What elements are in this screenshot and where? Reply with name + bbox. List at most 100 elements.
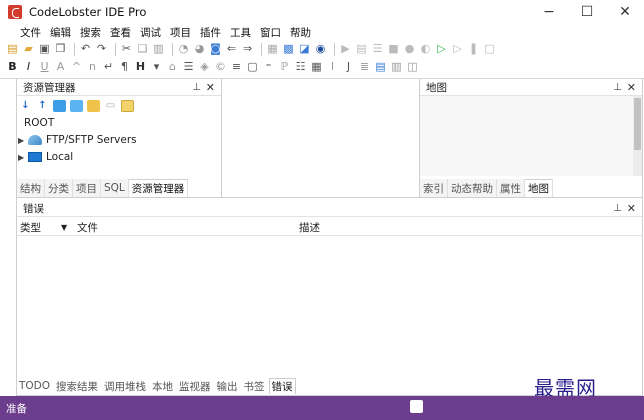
breakpoint-icon[interactable]: ■ xyxy=(387,43,400,55)
expand-arrow-icon[interactable]: ▶ xyxy=(18,153,28,162)
box-icon[interactable]: ▢ xyxy=(246,61,259,73)
menu-view[interactable]: 查看 xyxy=(110,25,131,40)
copy-icon[interactable]: ❏ xyxy=(136,43,149,55)
image-icon[interactable]: ▾ xyxy=(150,61,163,73)
font-icon[interactable]: A xyxy=(54,61,67,73)
find-next-icon[interactable]: ◕ xyxy=(193,43,206,55)
new-folder-icon[interactable] xyxy=(87,99,100,112)
sort-desc-icon[interactable]: ↑ xyxy=(36,100,49,112)
menu-search[interactable]: 搜索 xyxy=(80,25,101,40)
close-icon[interactable]: ✕ xyxy=(627,202,636,215)
cut-icon[interactable]: ✂ xyxy=(120,43,133,55)
tab-errors[interactable]: 错误 xyxy=(268,378,296,394)
anchor-icon[interactable]: ⌂ xyxy=(166,61,179,73)
debug-list-icon[interactable]: ☰ xyxy=(371,43,384,55)
run-next-icon[interactable]: ▷ xyxy=(451,43,464,55)
bold-icon[interactable]: B xyxy=(6,61,19,73)
tab-map[interactable]: 地图 xyxy=(525,179,553,197)
tab-call-stack[interactable]: 调用堆栈 xyxy=(102,379,148,394)
filter-dropdown-icon[interactable]: ▼ xyxy=(61,223,77,232)
menu-window[interactable]: 窗口 xyxy=(260,25,281,40)
hr-icon[interactable]: ⁼ xyxy=(262,61,275,73)
tab-explorer[interactable]: 资源管理器 xyxy=(128,179,189,197)
column-header-file[interactable]: 文件 xyxy=(77,220,299,235)
new-file-icon[interactable]: ▭ xyxy=(104,100,117,112)
tree-root[interactable]: ROOT xyxy=(24,117,54,129)
tab-todo[interactable]: TODO xyxy=(17,380,52,392)
grid-view-icon[interactable]: ▩ xyxy=(282,43,295,55)
align-icon[interactable]: ≡ xyxy=(230,61,243,73)
tab-output[interactable]: 输出 xyxy=(215,379,240,394)
redo-icon[interactable]: ↷ xyxy=(95,43,108,55)
list-icon[interactable]: ☰ xyxy=(182,61,195,73)
pin-icon[interactable]: ⊥ xyxy=(192,82,201,93)
column-header-type[interactable]: 类型 xyxy=(17,220,61,235)
tab-project[interactable]: 项目 xyxy=(73,179,101,197)
menu-file[interactable]: 文件 xyxy=(20,25,41,40)
tab-bookmarks[interactable]: 书签 xyxy=(242,379,267,394)
menu-tools[interactable]: 工具 xyxy=(230,25,251,40)
profile-icon[interactable]: ◐ xyxy=(419,43,432,55)
heading-icon[interactable]: H xyxy=(134,61,147,73)
save-all-icon[interactable]: ❐ xyxy=(54,43,67,55)
pin-icon[interactable]: ⊥ xyxy=(613,82,622,93)
tab-locals[interactable]: 本地 xyxy=(150,379,175,394)
maximize-button[interactable]: ☐ xyxy=(568,0,606,24)
tool-icon[interactable]: ◪ xyxy=(298,43,311,55)
tab-category[interactable]: 分类 xyxy=(45,179,73,197)
menu-edit[interactable]: 编辑 xyxy=(50,25,71,40)
table-icon[interactable]: ▦ xyxy=(310,61,323,73)
ordered-list-icon[interactable]: ☷ xyxy=(294,61,307,73)
debug-window-icon[interactable]: ▤ xyxy=(355,43,368,55)
save-icon[interactable]: ▣ xyxy=(38,43,51,55)
map-scroll-thumb[interactable] xyxy=(634,98,641,150)
record-icon[interactable]: ● xyxy=(403,43,416,55)
comment-icon[interactable]: ◈ xyxy=(198,61,211,73)
tab-structure[interactable]: 结构 xyxy=(17,179,45,197)
line-break-icon[interactable]: ↵ xyxy=(102,61,115,73)
tab-search-results[interactable]: 搜索结果 xyxy=(54,379,100,394)
menu-help[interactable]: 帮助 xyxy=(290,25,311,40)
nav-back-icon[interactable]: ⇐ xyxy=(225,43,238,55)
input-icon[interactable]: ▤ xyxy=(374,61,387,73)
form-icon[interactable]: ≣ xyxy=(358,61,371,73)
close-button[interactable]: ✕ xyxy=(606,0,644,24)
pin-icon[interactable]: ⊥ xyxy=(613,203,622,214)
frame-icon[interactable]: ◫ xyxy=(406,61,419,73)
tab-properties[interactable]: 属性 xyxy=(497,179,525,197)
refresh-icon[interactable] xyxy=(53,99,66,112)
expand-arrow-icon[interactable]: ▶ xyxy=(18,136,28,145)
menu-debug[interactable]: 调试 xyxy=(140,25,161,40)
media-icon[interactable]: ▥ xyxy=(390,61,403,73)
bookmark-icon[interactable]: ▦ xyxy=(266,43,279,55)
paragraph-icon[interactable]: ¶ xyxy=(118,61,131,73)
tree-view-icon[interactable] xyxy=(121,99,134,112)
close-icon[interactable]: ✕ xyxy=(627,81,636,94)
special-char-icon[interactable]: ^ xyxy=(70,61,83,73)
connect-icon[interactable] xyxy=(70,99,83,112)
italic-icon[interactable]: I xyxy=(22,61,35,73)
help-icon[interactable]: ◉ xyxy=(314,43,327,55)
sort-asc-icon[interactable]: ↓ xyxy=(19,100,32,112)
menu-project[interactable]: 项目 xyxy=(170,25,191,40)
copyright-icon[interactable]: © xyxy=(214,61,227,73)
paste-icon[interactable]: ▥ xyxy=(152,43,165,55)
menu-plugins[interactable]: 插件 xyxy=(200,25,221,40)
map-scrollbar[interactable] xyxy=(633,96,642,176)
tab-index[interactable]: 索引 xyxy=(420,179,448,197)
link-icon[interactable]: l xyxy=(326,61,339,73)
new-file-icon[interactable]: ▤ xyxy=(6,43,19,55)
close-icon[interactable]: ✕ xyxy=(206,81,215,94)
tab-watch[interactable]: 监视器 xyxy=(177,379,213,394)
stop-icon[interactable]: □ xyxy=(483,43,496,55)
run-icon[interactable]: ▷ xyxy=(435,43,448,55)
minimize-button[interactable]: − xyxy=(530,0,568,24)
tree-item-local[interactable]: ▶ Local xyxy=(18,151,73,163)
underline-icon[interactable]: U xyxy=(38,61,51,73)
column-header-description[interactable]: 描述 xyxy=(299,220,320,235)
find-icon[interactable]: ◔ xyxy=(177,43,190,55)
nbsp-icon[interactable]: n xyxy=(86,61,99,73)
tab-dynamic-help[interactable]: 动态帮助 xyxy=(448,179,497,197)
script-icon[interactable]: J xyxy=(342,61,355,73)
replace-icon[interactable]: ◙ xyxy=(209,43,222,55)
